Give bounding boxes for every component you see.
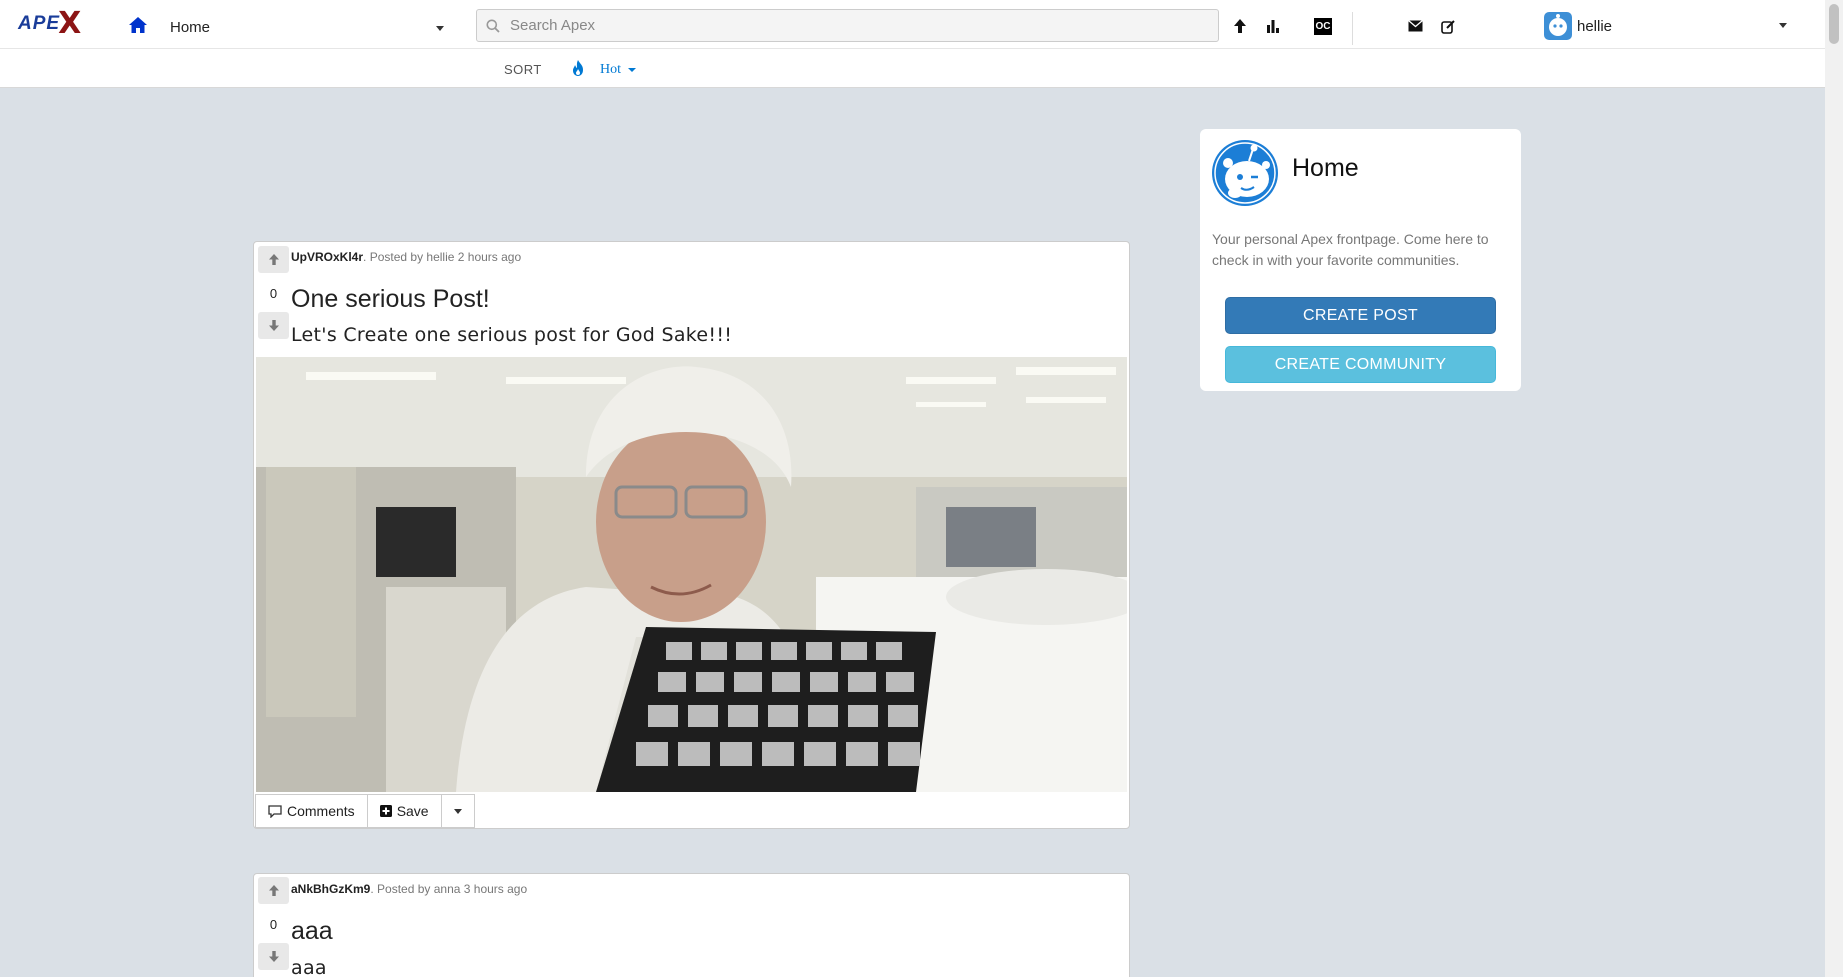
upvote-button[interactable] [258,877,289,904]
scrollbar[interactable] [1825,0,1843,977]
arrow-up-icon [268,885,279,896]
post-body: Let's Create one serious post for God Sa… [291,324,733,346]
posted-by-text: . Posted by [363,250,427,264]
post-age: 2 hours ago [454,250,522,264]
feed-selector-label[interactable]: Home [170,19,210,36]
sort-label: SORT [504,62,542,77]
search-box[interactable] [476,9,1219,42]
edit-icon[interactable] [1439,17,1457,35]
upvote-button[interactable] [258,246,289,273]
oc-icon[interactable]: OC [1314,17,1332,35]
divider [1352,12,1353,45]
post-age: 3 hours ago [460,882,528,896]
more-options-button[interactable] [440,794,475,828]
arrow-down-icon [268,320,279,331]
arrow-up-icon [268,254,279,265]
post-body: aaa [291,957,327,977]
community-link[interactable]: UpVROxKl4r [291,250,363,264]
logo-text: APE [18,13,61,34]
posted-by-text: . Posted by [370,882,434,896]
apex-logo[interactable]: APE X [18,9,81,39]
comments-label: Comments [287,803,355,819]
sort-bar: SORT Hot [0,49,1825,88]
chevron-down-icon[interactable] [436,26,444,31]
post-meta: UpVROxKl4r. Posted by hellie 2 hours ago [291,250,521,264]
save-label: Save [396,803,429,819]
arrow-up-icon[interactable] [1231,17,1249,35]
comment-icon [268,804,282,818]
comments-button[interactable]: Comments [255,794,368,828]
sidebar-card: Home Your personal Apex frontpage. Come … [1200,129,1521,391]
avatar[interactable] [1544,12,1572,40]
sidebar-title: Home [1292,154,1359,182]
downvote-button[interactable] [258,312,289,339]
post-actions: Comments Save [255,794,475,828]
scrollbar-thumb[interactable] [1829,4,1839,44]
save-button[interactable]: Save [366,794,442,828]
vote-score: 0 [269,917,278,932]
downvote-button[interactable] [258,943,289,970]
search-input[interactable] [510,11,1210,40]
oc-badge: OC [1314,17,1332,35]
arrow-down-icon [268,951,279,962]
search-icon [486,19,500,33]
chevron-down-icon[interactable] [1779,23,1787,28]
home-icon[interactable] [128,16,148,34]
plus-square-icon [379,805,392,817]
top-navbar: APE X Home OC [0,0,1825,49]
post-title[interactable]: aaa [291,917,333,946]
username[interactable]: hellie [1577,18,1612,35]
sort-dropdown[interactable]: Hot [600,62,621,78]
post-image[interactable] [256,357,1127,792]
bar-chart-icon[interactable] [1264,17,1282,35]
sidebar-description: Your personal Apex frontpage. Come here … [1212,231,1489,268]
envelope-icon[interactable] [1406,17,1424,35]
post-title[interactable]: One serious Post! [291,285,490,314]
vote-score: 0 [269,286,278,301]
create-community-button[interactable]: CREATE COMMUNITY [1225,346,1496,383]
post-card: 0 UpVROxKl4r. Posted by hellie 2 hours a… [253,241,1130,829]
chevron-down-icon [453,808,462,814]
chevron-down-icon[interactable] [628,68,636,72]
logo-x-mark: X [58,6,82,41]
post-meta: aNkBhGzKm9. Posted by anna 3 hours ago [291,882,527,896]
mascot-icon [1212,140,1278,206]
community-link[interactable]: aNkBhGzKm9 [291,882,370,896]
flame-icon[interactable] [570,59,586,77]
author-link[interactable]: anna [434,882,461,896]
create-post-button[interactable]: CREATE POST [1225,297,1496,334]
post-card: 0 aNkBhGzKm9. Posted by anna 3 hours ago… [253,873,1130,977]
author-link[interactable]: hellie [426,250,454,264]
